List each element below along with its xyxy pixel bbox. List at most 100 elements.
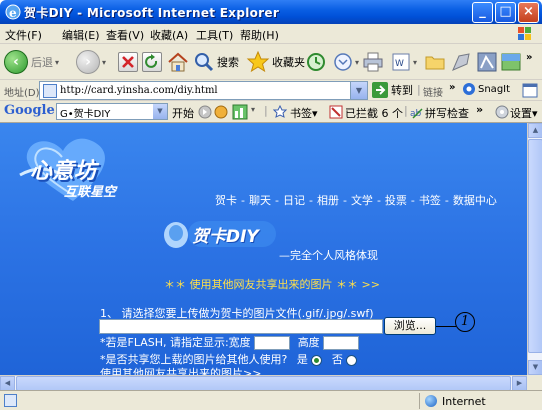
address-bar: 地址(D) http://card.yinsha.com/diy.html ▼ …: [0, 80, 542, 101]
google-dropdown-icon[interactable]: ▼: [153, 104, 167, 119]
nav-link-data-center[interactable]: 数据中心: [453, 194, 497, 207]
flash-height-input[interactable]: [323, 336, 360, 350]
scroll-right-icon[interactable]: ▶: [512, 376, 527, 391]
nav-separator: -: [376, 194, 381, 207]
google-search-input[interactable]: G•贺卡DIY ▼: [56, 103, 168, 120]
go-button[interactable]: 转到: [372, 82, 413, 98]
edit-button[interactable]: W ▾: [390, 48, 417, 76]
home-button[interactable]: [166, 48, 190, 76]
menu-file[interactable]: 文件(F): [5, 27, 42, 43]
google-options-icon[interactable]: [214, 105, 228, 119]
snagit-icon: [463, 83, 475, 95]
nav-link-bookmarks[interactable]: 书签: [419, 194, 441, 207]
back-dropdown-icon: ▾: [55, 57, 60, 67]
nav-link-cards[interactable]: 贺卡: [215, 194, 237, 207]
refresh-button[interactable]: [142, 48, 162, 76]
ie-icon: e: [5, 4, 21, 20]
flash-width-input[interactable]: [254, 336, 291, 350]
close-button[interactable]: ×: [518, 2, 539, 23]
forward-button[interactable]: › ▾: [76, 48, 106, 76]
nav-link-vote[interactable]: 投票: [385, 194, 407, 207]
site-nav: 贺卡 - 聊天 - 日记 - 相册 - 文学 - 投票 - 书签 - 数据中心: [213, 192, 499, 208]
nav-separator: -: [241, 194, 245, 207]
menu-favorites[interactable]: 收藏(A): [150, 27, 188, 43]
flash-height-label: 高度: [297, 336, 320, 349]
nav-link-chat[interactable]: 聊天: [249, 194, 271, 207]
mail-button[interactable]: ▾: [332, 48, 359, 76]
address-dropdown-icon[interactable]: ▼: [350, 82, 367, 99]
folder-button[interactable]: [424, 48, 446, 76]
share-no-radio[interactable]: [346, 354, 358, 366]
menu-help[interactable]: 帮助(H): [240, 27, 279, 43]
browse-button[interactable]: 浏览...: [384, 317, 436, 335]
menu-view[interactable]: 查看(V): [106, 27, 144, 43]
share-yes-radio[interactable]: [311, 354, 323, 366]
print-icon: [363, 52, 383, 72]
google-start-button[interactable]: 开始: [172, 105, 194, 121]
share-no-label: 否: [331, 353, 343, 366]
forward-arrow-icon: ›: [76, 50, 100, 74]
nav-link-diary[interactable]: 日记: [283, 194, 305, 207]
forward-dropdown-icon: ▾: [102, 57, 107, 67]
google-go-icon[interactable]: [198, 105, 212, 119]
address-input[interactable]: http://card.yinsha.com/diy.html ▼: [39, 81, 368, 100]
scroll-down-icon[interactable]: ▼: [528, 360, 542, 375]
bookmarks-button[interactable]: 书签▾: [290, 105, 318, 121]
scroll-up-icon[interactable]: ▲: [528, 123, 542, 138]
menu-tools[interactable]: 工具(T): [196, 27, 233, 43]
go-arrow-icon: [372, 82, 388, 98]
vertical-scroll-thumb[interactable]: [528, 139, 542, 353]
menu-edit[interactable]: 编辑(E): [62, 27, 100, 43]
nav-link-album[interactable]: 相册: [317, 194, 339, 207]
print-button[interactable]: [362, 48, 384, 76]
back-button[interactable]: ‹ 后退 ▾: [4, 48, 59, 76]
stop-button[interactable]: [118, 48, 138, 76]
pagerank-dropdown-icon[interactable]: ▾: [251, 105, 255, 114]
stop-icon: [118, 52, 138, 72]
page-icon: [43, 84, 57, 98]
google-separator-2: |: [404, 104, 408, 117]
spellcheck-button[interactable]: 拼写检查: [425, 105, 469, 121]
window-title: 贺卡DIY - Microsoft Internet Explorer: [24, 6, 280, 20]
messenger-button[interactable]: [450, 48, 472, 76]
maximize-button[interactable]: □: [495, 2, 516, 23]
globe-icon: [425, 395, 437, 407]
google-overflow-icon[interactable]: »: [476, 103, 483, 116]
horizontal-scroll-thumb[interactable]: [16, 376, 511, 391]
settings-icon: [495, 105, 509, 119]
card-diy-title: 贺卡DIY: [192, 227, 259, 247]
snagit-button[interactable]: SnagIt: [462, 82, 510, 96]
blocked-count[interactable]: 已拦截 6 个: [345, 105, 403, 121]
use-others-images-link[interactable]: 使用其他网友共享出来的图片>>: [100, 365, 261, 375]
messenger-icon: [452, 53, 470, 71]
security-zone: Internet: [419, 393, 539, 409]
toolbar-overflow-icon[interactable]: »: [526, 52, 532, 63]
callout-number: 1: [455, 312, 475, 332]
title-bar: e 贺卡DIY - Microsoft Internet Explorer _ …: [0, 0, 542, 24]
search-button[interactable]: 搜索: [194, 48, 239, 76]
shared-images-link[interactable]: ＊＊ 使用其他网友共享出来的图片 ＊＊ >>: [164, 276, 380, 292]
vertical-scrollbar[interactable]: ▲ ▼: [527, 123, 542, 375]
history-button[interactable]: [305, 48, 327, 76]
settings-button[interactable]: 设置▾: [510, 105, 538, 121]
back-arrow-icon: ‹: [4, 50, 28, 74]
research-button[interactable]: [476, 48, 498, 76]
nav-separator: -: [342, 194, 347, 207]
photo-button[interactable]: [500, 48, 522, 76]
capture-window-icon[interactable]: [522, 83, 538, 98]
google-separator: |: [264, 104, 268, 117]
scroll-left-icon[interactable]: ◀: [0, 376, 15, 391]
links-label[interactable]: 链接: [423, 84, 443, 99]
favorites-button[interactable]: 收藏夹: [246, 48, 305, 76]
history-icon: [307, 53, 325, 71]
minimize-button[interactable]: _: [472, 2, 493, 23]
nav-link-literature[interactable]: 文学: [351, 194, 373, 207]
horizontal-scrollbar[interactable]: ◀ ▶: [0, 375, 527, 391]
file-path-input[interactable]: [99, 319, 383, 334]
windows-flag-icon: [518, 27, 531, 40]
edit-doc-icon: W: [392, 53, 410, 71]
popup-blocker-icon: [329, 105, 343, 119]
status-page-icon: [4, 394, 17, 407]
pagerank-icon[interactable]: [232, 104, 248, 120]
links-overflow-icon[interactable]: »: [449, 82, 455, 93]
